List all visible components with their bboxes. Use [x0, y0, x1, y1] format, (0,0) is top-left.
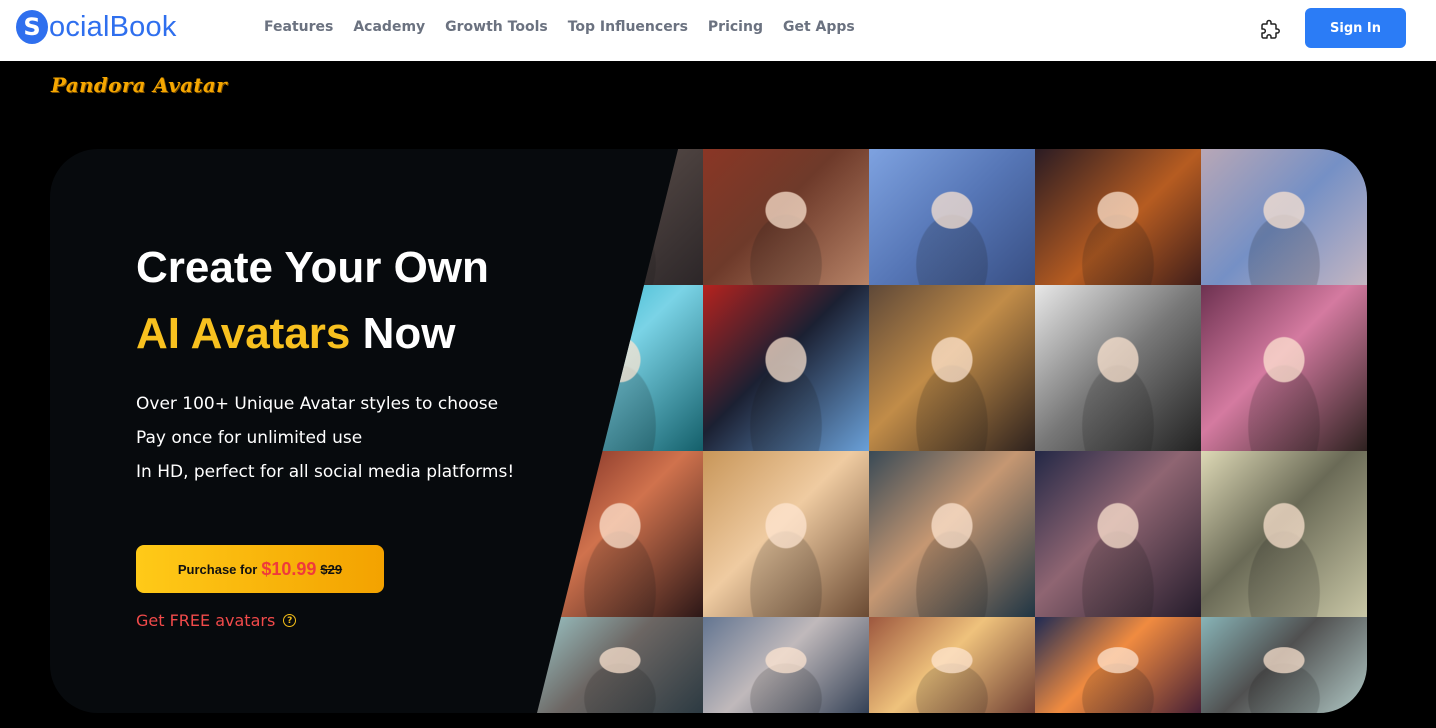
- avatar-grid: [537, 149, 1367, 713]
- hero-headline: Create Your Own AI Avatars Now: [136, 235, 489, 367]
- avatar-tile: [869, 617, 1035, 713]
- top-navigation: S ocialBook Features Academy Growth Tool…: [0, 0, 1436, 61]
- avatar-tile: [1201, 451, 1367, 617]
- nav-top-influencers[interactable]: Top Influencers: [568, 19, 688, 35]
- nav-growth-tools[interactable]: Growth Tools: [445, 19, 548, 35]
- avatar-tile: [1035, 617, 1201, 713]
- avatar-tile: [1035, 285, 1201, 451]
- socialbook-logo[interactable]: S ocialBook: [16, 10, 177, 44]
- avatar-tile: [869, 149, 1035, 285]
- avatar-tile: [703, 617, 869, 713]
- nav-pricing[interactable]: Pricing: [708, 19, 763, 35]
- avatar-tile: [537, 617, 703, 713]
- avatar-tile: [537, 451, 703, 617]
- headline-line-1: Create Your Own: [136, 243, 489, 292]
- avatar-tile: [869, 451, 1035, 617]
- avatar-tile: [1035, 149, 1201, 285]
- headline-accent: AI Avatars: [136, 309, 351, 358]
- avatar-tile: [537, 285, 703, 451]
- sale-price: $10.99: [261, 558, 317, 579]
- feature-item: Pay once for unlimited use: [136, 428, 363, 448]
- avatar-gallery: [537, 149, 1367, 713]
- feature-item: In HD, perfect for all social media plat…: [136, 462, 515, 482]
- avatar-tile: [537, 149, 703, 285]
- free-avatars-label: Get FREE avatars: [136, 611, 276, 630]
- avatar-tile: [1035, 451, 1201, 617]
- feature-list: Over 100+ Unique Avatar styles to choose…: [136, 387, 514, 489]
- avatar-tile: [703, 149, 869, 285]
- logo-text: ocialBook: [49, 10, 177, 43]
- nav-academy[interactable]: Academy: [353, 19, 425, 35]
- purchase-button[interactable]: Purchase for $10.99 $29: [136, 545, 384, 593]
- avatar-tile: [1201, 285, 1367, 451]
- help-icon[interactable]: ?: [283, 614, 297, 627]
- avatar-tile: [703, 285, 869, 451]
- avatar-tile: [1201, 617, 1367, 713]
- pandora-avatar-logo: Pandora Avatar: [51, 73, 228, 97]
- avatar-tile: [869, 285, 1035, 451]
- purchase-label: Purchase for: [177, 561, 258, 577]
- free-avatars-link[interactable]: Get FREE avatars ?: [136, 611, 297, 630]
- extension-puzzle-icon[interactable]: [1258, 18, 1282, 42]
- main-nav: Features Academy Growth Tools Top Influe…: [264, 19, 855, 35]
- hero-banner: Create Your Own AI Avatars Now Over 100+…: [50, 149, 1367, 713]
- sign-in-button[interactable]: Sign In: [1305, 8, 1406, 48]
- original-price: $29: [320, 561, 343, 577]
- avatar-tile: [1201, 149, 1367, 285]
- logo-s-icon: S: [16, 10, 48, 44]
- nav-features[interactable]: Features: [264, 19, 333, 35]
- avatar-tile: [703, 451, 869, 617]
- headline-tail: Now: [362, 309, 456, 358]
- nav-get-apps[interactable]: Get Apps: [783, 19, 855, 35]
- feature-item: Over 100+ Unique Avatar styles to choose: [136, 394, 499, 414]
